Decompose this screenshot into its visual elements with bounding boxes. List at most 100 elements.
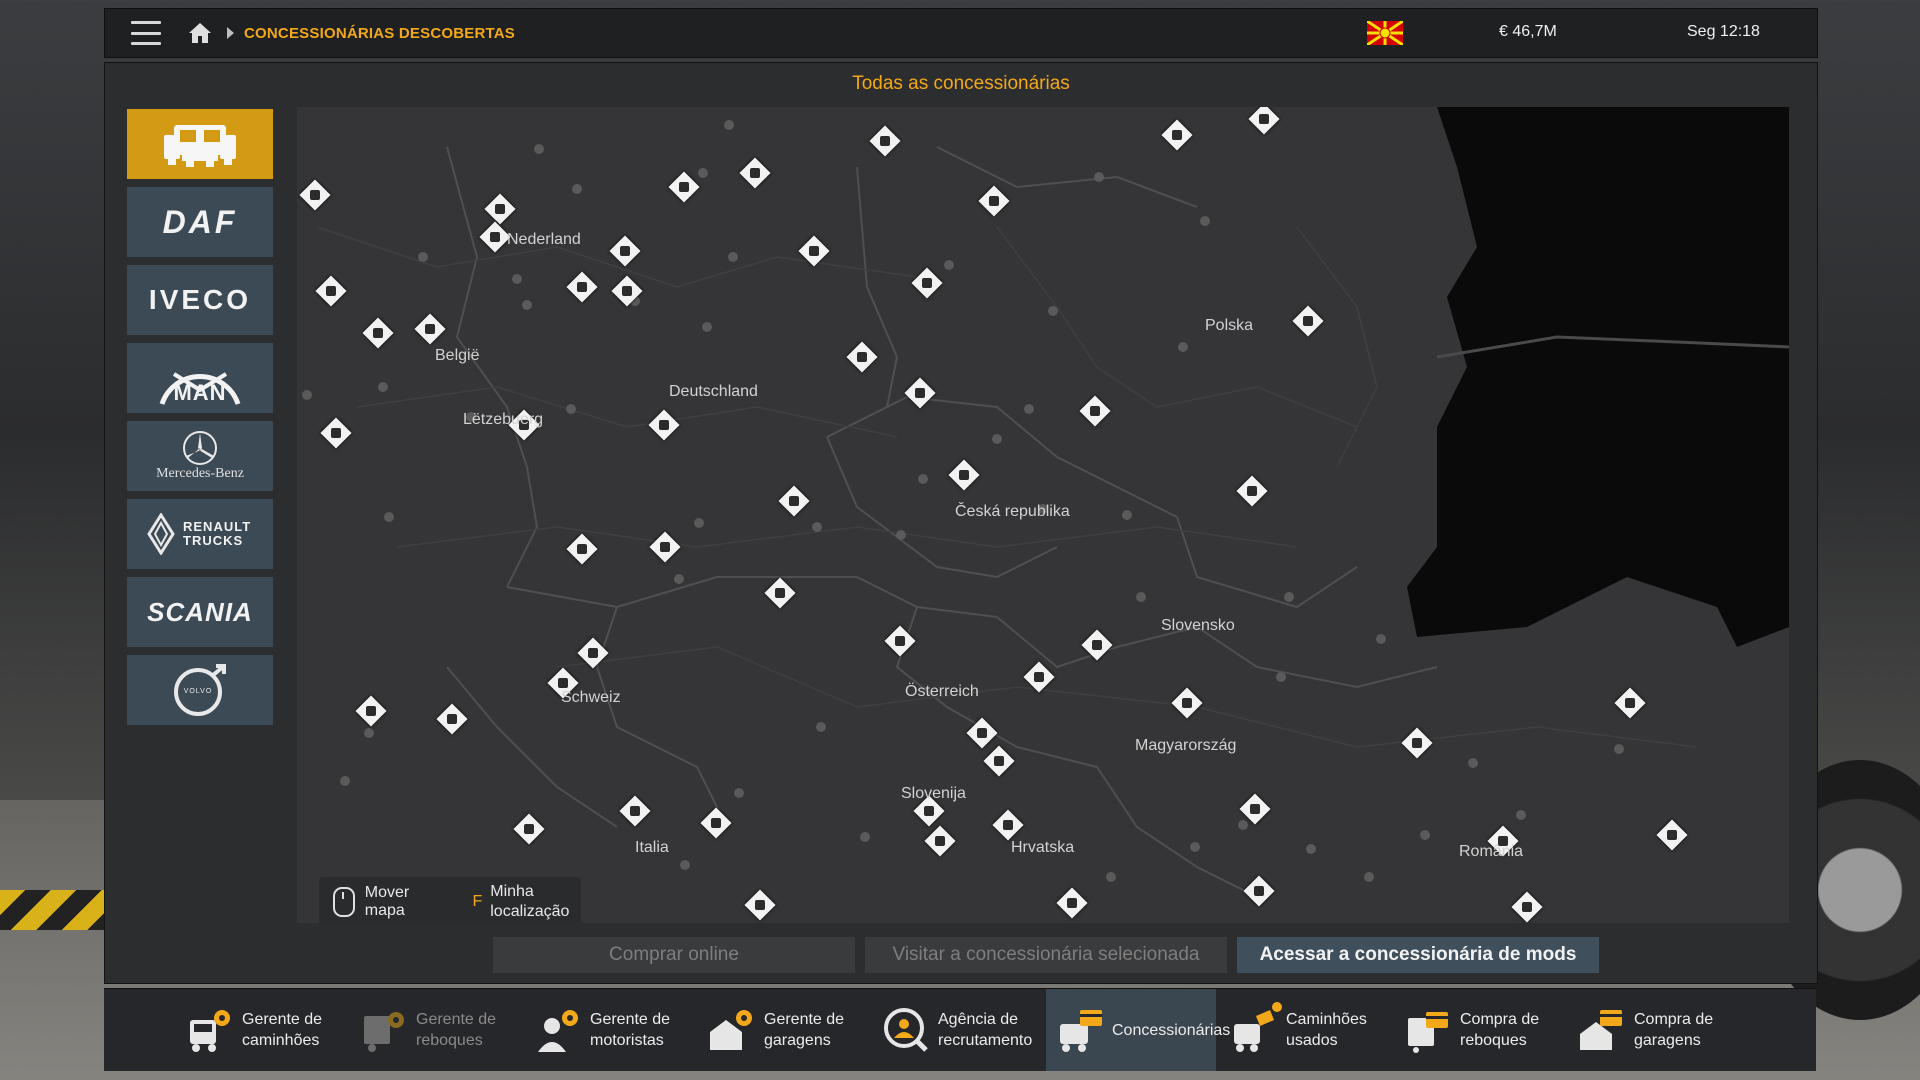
country-label-italia: Italia <box>635 839 669 856</box>
country-label-nederland: Nederland <box>507 231 581 248</box>
country-label-hrvatska: Hrvatska <box>1011 839 1075 856</box>
mods-dealer-button[interactable]: Acessar a concessionária de mods <box>1237 937 1599 973</box>
nav-garage-manager[interactable]: Gerente de garagens <box>698 989 864 1071</box>
city-marker <box>1106 872 1116 882</box>
brand-volvo-button[interactable]: VOLVO <box>127 655 273 725</box>
country-label-osterreich: Österreich <box>905 683 979 700</box>
city-marker <box>1136 592 1146 602</box>
daf-logo: DAF <box>162 203 238 240</box>
country-label-belgie: België <box>435 347 480 364</box>
key-f-hint: F <box>472 893 483 910</box>
city-marker <box>918 474 928 484</box>
background-hazard-stripe <box>0 890 110 930</box>
city-marker <box>302 390 312 400</box>
city-marker <box>1468 758 1478 768</box>
brand-daf-button[interactable]: DAF <box>127 187 273 257</box>
country-label-schweiz: Schweiz <box>561 689 621 706</box>
city-marker <box>1200 216 1210 226</box>
mouse-icon <box>333 887 355 917</box>
city-marker <box>992 434 1002 444</box>
brand-scania-button[interactable]: SCANIA <box>127 577 273 647</box>
city-marker <box>1238 820 1248 830</box>
city-marker <box>816 722 826 732</box>
city-marker <box>724 120 734 130</box>
renault-trucks-logo-text: RENAULT TRUCKS <box>183 519 252 548</box>
city-marker <box>694 518 704 528</box>
move-map-hint: Mover mapa <box>364 884 410 919</box>
city-marker <box>1024 404 1034 414</box>
city-marker <box>812 522 822 532</box>
city-marker <box>698 168 708 178</box>
city-marker <box>572 184 582 194</box>
city-marker <box>860 832 870 842</box>
country-label-deutschland: Deutschland <box>669 383 758 400</box>
driver-manager-icon <box>534 1006 582 1054</box>
brand-mercedes-benz-button[interactable]: Mercedes-Benz <box>127 421 273 491</box>
dealership-map[interactable]: Nederland België Lëtzebuerg Deutschland … <box>297 107 1789 923</box>
nav-truck-manager[interactable]: Gerente de caminhões <box>176 989 342 1071</box>
city-marker <box>1190 842 1200 852</box>
nav-recruitment-agency[interactable]: Agência de recrutamento <box>872 989 1048 1071</box>
breadcrumb-chevron-icon <box>227 27 234 39</box>
mercedes-benz-logo-text: Mercedes-Benz <box>156 466 244 481</box>
city-marker <box>1276 672 1286 682</box>
trailer-purchase-icon <box>1404 1006 1452 1054</box>
city-marker <box>1284 592 1294 602</box>
brand-renault-trucks-button[interactable]: RENAULT TRUCKS <box>127 499 273 569</box>
city-marker <box>378 382 388 392</box>
brand-iveco-button[interactable]: IVECO <box>127 265 273 335</box>
dealership-panel: Todas as concessionárias DAF IVECO MAN M… <box>104 62 1818 984</box>
city-marker <box>1516 810 1526 820</box>
nav-dealerships[interactable]: Concessionárias <box>1046 989 1230 1071</box>
city-marker <box>364 728 374 738</box>
nav-driver-manager[interactable]: Gerente de motoristas <box>524 989 690 1071</box>
recruitment-agency-icon <box>882 1006 930 1054</box>
nav-trailer-purchase[interactable]: Compra de reboques <box>1394 989 1560 1071</box>
garage-manager-icon <box>708 1006 756 1054</box>
city-marker <box>1420 830 1430 840</box>
nav-trailer-manager[interactable]: Gerente de reboques <box>350 989 516 1071</box>
city-marker <box>1364 872 1374 882</box>
city-marker <box>1122 510 1132 520</box>
renault-diamond-icon <box>147 513 175 555</box>
city-marker <box>734 788 744 798</box>
city-marker <box>1376 634 1386 644</box>
truck-manager-icon <box>186 1006 234 1054</box>
city-marker <box>340 776 350 786</box>
city-marker <box>680 860 690 870</box>
visit-selected-dealer-button[interactable]: Visitar a concessionária selecionada <box>865 937 1227 973</box>
dealership-icon <box>1056 1006 1104 1054</box>
country-label-polska: Polska <box>1205 317 1254 334</box>
city-marker <box>674 574 684 584</box>
trailer-manager-icon <box>360 1006 408 1054</box>
bottom-navigation: Gerente de caminhões Gerente de reboques… <box>104 988 1816 1071</box>
city-marker <box>944 260 954 270</box>
home-icon[interactable] <box>187 20 213 46</box>
new-items-badge <box>1272 1002 1282 1012</box>
mercedes-star-icon <box>183 431 217 465</box>
used-trucks-icon <box>1230 1002 1282 1054</box>
city-marker <box>896 530 906 540</box>
nav-garage-purchase[interactable]: Compra de garagens <box>1568 989 1734 1071</box>
nav-used-trucks[interactable]: Caminhões usados <box>1220 989 1386 1071</box>
city-marker <box>1614 744 1624 754</box>
truck-group-icon <box>164 125 236 167</box>
brand-filter-list: DAF IVECO MAN Mercedes-Benz RENAULT TRUC… <box>127 109 273 733</box>
hamburger-menu-icon[interactable] <box>131 21 161 45</box>
brand-man-button[interactable]: MAN <box>127 343 273 413</box>
city-marker <box>534 144 544 154</box>
map-controls-hint: Mover mapa F Minha localização <box>319 877 581 923</box>
country-label-romania: România <box>1459 843 1524 860</box>
brand-all-button[interactable] <box>127 109 273 179</box>
city-marker <box>702 322 712 332</box>
city-marker <box>1048 306 1058 316</box>
page-title: Todas as concessionárias <box>852 73 1070 94</box>
city-marker <box>1094 172 1104 182</box>
iveco-logo: IVECO <box>148 284 252 315</box>
buy-online-button[interactable]: Comprar online <box>493 937 855 973</box>
country-label-magyarorszag: Magyarország <box>1135 737 1237 754</box>
my-location-hint[interactable]: Minha localização <box>490 882 581 922</box>
city-marker <box>384 512 394 522</box>
country-label-slovensko: Slovensko <box>1161 617 1235 634</box>
country-label-letzebuerg: Lëtzebuerg <box>463 411 544 428</box>
